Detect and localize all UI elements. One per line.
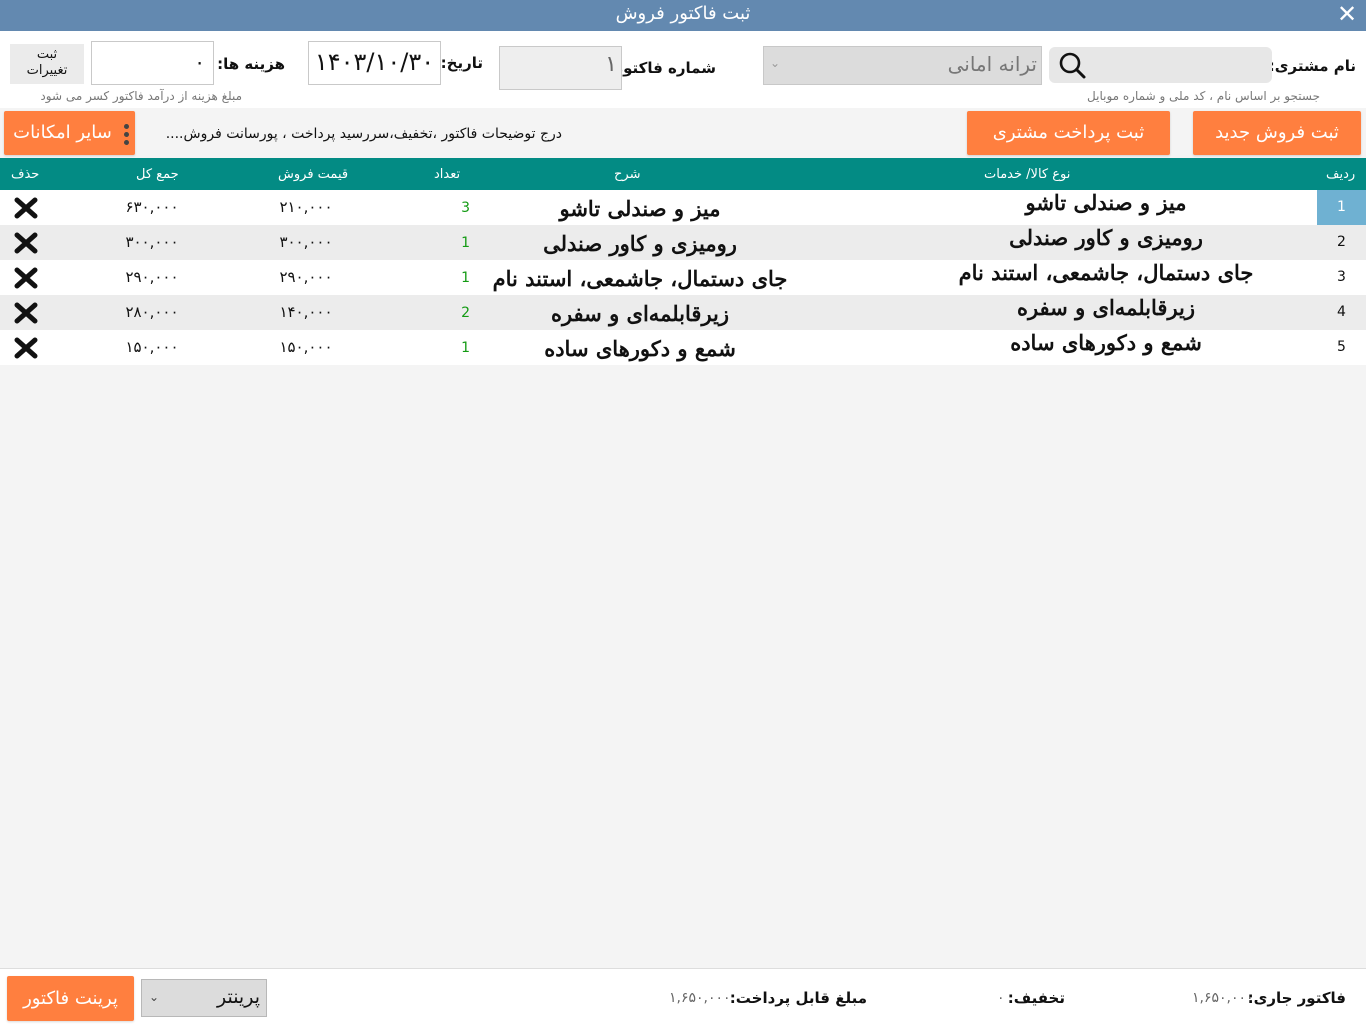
table-row[interactable]: 4 زیرقابلمه‌ای و سفره زیرقابلمه‌ای و سفر… [0,295,1366,330]
row-total: ۲۹۰,۰۰۰ [125,268,179,286]
payable-value: ۱,۶۵۰,۰۰۰ [669,990,731,1006]
save-changes-button[interactable]: ثبت تغییرات [10,44,84,84]
cost-hint: مبلغ هزینه از درآمد فاکتور کسر می شود [40,89,242,103]
table-row[interactable]: 3 جای دستمال، جاشمعی، استند نام جای دستم… [0,260,1366,295]
row-qty[interactable]: 1 [430,270,470,286]
chevron-down-icon: ⌄ [149,990,160,1004]
cost-field[interactable]: ۰ [91,41,214,85]
customer-selected-value: ترانه امانی [947,52,1037,76]
row-description: جای دستمال، جاشمعی، استند نام [492,266,788,291]
date-field[interactable]: ۱۴۰۳/۱۰/۳۰ [308,41,441,85]
customer-select[interactable]: ترانه امانی ⌄ [763,46,1042,85]
delete-x-icon[interactable] [14,302,38,324]
row-price: ۳۰۰,۰۰۰ [279,233,333,251]
new-sale-button[interactable]: ثبت فروش جدید [1193,111,1361,155]
save-changes-line2: تغییرات [26,63,68,78]
row-index: 4 [1337,304,1346,320]
invoice-number-value: ۱ [605,52,617,77]
row-description: زیرقابلمه‌ای و سفره [550,301,730,326]
chevron-down-icon: ⌄ [770,56,781,70]
row-index: 1 [1317,190,1366,225]
row-price: ۲۹۰,۰۰۰ [279,268,333,286]
discount-label: تخفیف: [1007,989,1065,1007]
save-changes-line1: ثبت [36,47,58,62]
discount-value: ۰ [997,990,1005,1006]
header-delete: حذف [11,167,40,182]
row-index: 5 [1337,339,1346,355]
row-type: رومیزی و کاور صندلی [1009,225,1203,250]
row-total: ۶۳۰,۰۰۰ [125,198,179,216]
header-index: ردیف [1326,167,1356,182]
row-total: ۱۵۰,۰۰۰ [125,338,179,356]
customer-search-input[interactable] [1096,49,1268,81]
row-price: ۱۵۰,۰۰۰ [279,338,333,356]
delete-x-icon[interactable] [14,267,38,289]
table-row[interactable]: 5 شمع و دکورهای ساده شمع و دکورهای ساده … [0,330,1366,365]
customer-search-hint: جستجو بر اساس نام ، کد ملی و شماره موبای… [1087,89,1320,103]
row-total: ۲۸۰,۰۰۰ [125,303,179,321]
row-price: ۲۱۰,۰۰۰ [279,198,333,216]
header-qty: تعداد [434,167,461,182]
delete-x-icon[interactable] [14,232,38,254]
close-icon[interactable]: ✕ [1334,1,1360,27]
current-invoice-value: ۱,۶۵۰,۰۰۰ [1192,990,1254,1006]
row-type: شمع و دکورهای ساده [1010,330,1202,355]
row-type: میز و صندلی تاشو [1025,190,1187,215]
printer-selected-value: پرینتر [216,986,260,1008]
header-price: قیمت فروش [278,167,349,182]
payable-label: مبلغ قابل پرداخت: [729,989,867,1007]
invoice-footer: فاکتور جاری: ۱,۶۵۰,۰۰۰ تخفیف: ۰ مبلغ قاب… [0,968,1366,1028]
row-description: میز و صندلی تاشو [559,196,721,221]
more-options-button[interactable]: سایر امکانات [4,111,135,155]
table-row[interactable]: 2 رومیزی و کاور صندلی رومیزی و کاور صندل… [0,225,1366,260]
row-type: زیرقابلمه‌ای و سفره [1016,295,1196,320]
row-price: ۱۴۰,۰۰۰ [279,303,333,321]
delete-x-icon[interactable] [14,197,38,219]
customer-label: نام مشتری: [1268,57,1356,75]
row-type: جای دستمال، جاشمعی، استند نام [958,260,1254,285]
row-index: 3 [1337,269,1346,285]
invoice-notes-link[interactable]: درج توضیحات فاکتور ،تخفیف،سررسید پرداخت … [140,126,562,142]
current-invoice-label: فاکتور جاری: [1247,989,1346,1007]
row-qty[interactable]: 1 [430,340,470,356]
print-invoice-button[interactable]: پرینت فاکتور [7,976,134,1021]
row-qty[interactable]: 1 [430,235,470,251]
header-type: نوع کالا/ خدمات [984,167,1071,182]
date-label: تاریخ: [440,54,483,72]
table-row[interactable]: 1 میز و صندلی تاشو میز و صندلی تاشو 3 ۲۱… [0,190,1366,225]
invoice-number-field: ۱ [499,46,622,90]
title-bar: ثبت فاکتور فروش ✕ [0,0,1366,31]
invoice-header-form: نام مشتری: جستجو بر اساس نام ، کد ملی و … [0,31,1366,108]
table-header: ردیف نوع کالا/ خدمات شرح تعداد قیمت فروش… [0,158,1366,190]
header-description: شرح [614,167,641,182]
action-bar: ثبت فروش جدید ثبت پرداخت مشتری درج توضیح… [0,108,1366,158]
items-grid: 1 میز و صندلی تاشو میز و صندلی تاشو 3 ۲۱… [0,190,1366,968]
customer-payment-button[interactable]: ثبت پرداخت مشتری [967,111,1170,155]
cost-label: هزینه ها: [217,55,285,73]
printer-select[interactable]: پرینتر ⌄ [141,979,267,1017]
vertical-dots-icon [122,122,130,148]
header-total: جمع کل [136,167,179,182]
invoice-number-label: شماره فاکتور: [608,59,717,77]
row-description: شمع و دکورهای ساده [544,336,736,361]
row-qty[interactable]: 3 [430,200,470,216]
window-title: ثبت فاکتور فروش [615,3,751,24]
delete-x-icon[interactable] [14,337,38,359]
row-total: ۳۰۰,۰۰۰ [125,233,179,251]
row-index: 2 [1337,234,1346,250]
search-icon[interactable] [1054,50,1090,82]
row-qty[interactable]: 2 [430,305,470,321]
more-options-label: سایر امکانات [13,122,112,143]
row-description: رومیزی و کاور صندلی [543,231,737,256]
